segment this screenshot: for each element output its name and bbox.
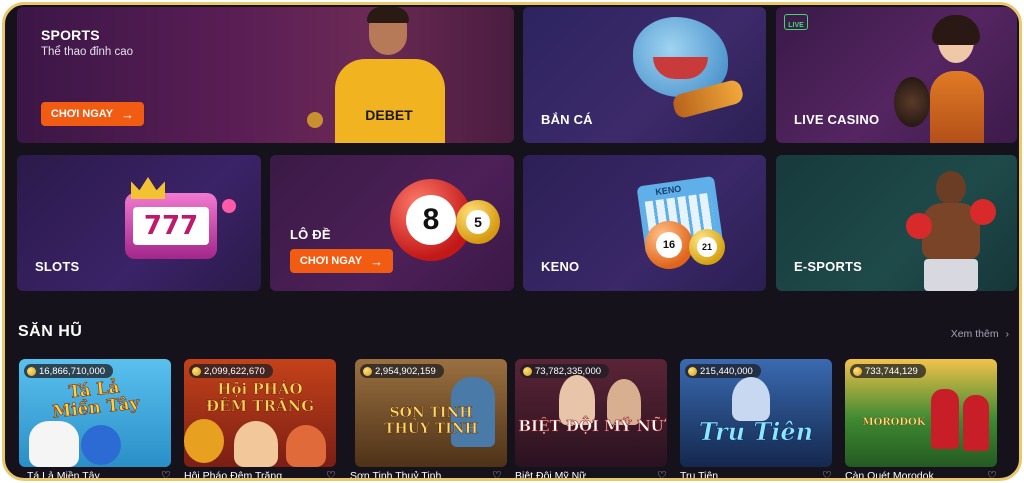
ball-21-number: 21 <box>697 237 717 257</box>
lo-de-title: LÔ ĐỀ <box>290 227 331 242</box>
coin-icon <box>688 366 697 376</box>
arrow-right-icon: → <box>370 253 384 269</box>
slot-reel: 777 <box>133 207 209 245</box>
coin-icon <box>363 366 372 376</box>
game-art-title: MORODOK <box>862 417 926 428</box>
game-art-title: BIỆT ĐỘI MỸ NỮ <box>518 417 664 436</box>
coin-icon <box>27 366 36 376</box>
jackpot-amount: 733,744,129 <box>865 365 918 377</box>
coin-icon <box>192 366 201 376</box>
chevron-right-icon: › <box>1005 328 1010 340</box>
game-name: Hội Pháo Đêm Trăng <box>184 470 283 481</box>
live-casino-title: LIVE CASINO <box>794 112 880 127</box>
jackpot-badge: 215,440,000 <box>685 364 761 378</box>
sports-subtitle: Thể thao đỉnh cao <box>41 46 134 58</box>
dragon-image <box>184 419 224 463</box>
jackpot-badge: 2,954,902,159 <box>360 364 444 378</box>
see-more-label: Xem thêm <box>950 328 999 340</box>
favorite-heart-icon[interactable]: ♡ <box>492 469 502 478</box>
kid-character-image <box>286 425 326 467</box>
game-art-title: Hội PHÁO ĐÊM TRĂNG <box>205 380 315 415</box>
esports-title: E-SPORTS <box>794 259 863 274</box>
live-badge: LIVE <box>784 14 808 30</box>
jackpot-amount: 2,099,622,670 <box>204 365 265 377</box>
dealer-image <box>926 15 986 143</box>
category-card-lo-de[interactable]: LÔ ĐỀ CHƠI NGAY → 8 5 <box>270 155 514 291</box>
game-tile[interactable]: 73,782,335,000 BIỆT ĐỘI MỸ NỮ <box>515 359 667 467</box>
category-card-esports[interactable]: E-SPORTS <box>776 155 1017 291</box>
keno-ball-21: 21 <box>689 229 725 265</box>
game-art-title: SƠN TINH THỦY TINH <box>384 405 478 438</box>
ban-ca-title: BẮN CÁ <box>541 112 593 127</box>
category-card-live-casino[interactable]: LIVE LIVE CASINO <box>776 7 1017 143</box>
game-tile[interactable]: 2,954,902,159 SƠN TINH THỦY TINH <box>355 359 507 467</box>
boxer-image <box>906 169 996 291</box>
jackpot-badge: 73,782,335,000 <box>520 364 610 378</box>
jackpot-amount: 215,440,000 <box>700 365 753 377</box>
lo-de-play-button[interactable]: CHƠI NGAY → <box>290 249 393 273</box>
coin-decor <box>307 112 323 128</box>
jackpot-amount: 73,782,335,000 <box>535 365 602 377</box>
sports-play-label: CHƠI NGAY <box>50 108 114 120</box>
jackpot-amount: 16,866,710,000 <box>39 365 106 377</box>
hero-image <box>732 377 770 421</box>
horizontal-scrollbar[interactable] <box>730 478 990 480</box>
jackpot-badge: 2,099,622,670 <box>189 364 273 378</box>
category-card-keno[interactable]: KENO KENO 16 21 <box>523 155 766 291</box>
keno-title: KENO <box>541 259 580 274</box>
game-tile[interactable]: 2,099,622,670 Hội PHÁO ĐÊM TRĂNG <box>184 359 336 467</box>
lo-de-play-label: CHƠI NGAY <box>299 255 363 267</box>
game-tile[interactable]: 16,866,710,000 Tá Lả Miền Tây <box>19 359 171 467</box>
keno-card-label: KENO <box>654 183 682 198</box>
favorite-heart-icon[interactable]: ♡ <box>987 469 997 478</box>
category-card-sports[interactable]: SPORTS Thể thao đỉnh cao CHƠI NGAY → DEB… <box>17 7 514 143</box>
app-frame: SPORTS Thể thao đỉnh cao CHƠI NGAY → DEB… <box>2 2 1022 481</box>
favorite-heart-icon[interactable]: ♡ <box>161 469 171 478</box>
game-name: Tru Tiên <box>680 470 719 481</box>
jackpot-amount: 2,954,902,159 <box>375 365 436 377</box>
live-badge-text: LIVE <box>788 22 804 29</box>
slots-title: SLOTS <box>35 259 80 274</box>
ball-5-number: 5 <box>466 210 490 234</box>
favorite-heart-icon[interactable]: ♡ <box>326 469 336 478</box>
game-name: Sơn Tinh Thuỷ Tinh <box>350 470 442 481</box>
game-name: Tá Lả Miền Tây <box>27 470 100 481</box>
game-name: Biệt Đội Mỹ Nữ <box>515 470 587 481</box>
mascot-image <box>29 421 79 467</box>
game-art-title: Tá Lả Miền Tây <box>51 377 141 423</box>
slot-reel-text: 777 <box>143 211 199 241</box>
roulette-image <box>894 77 930 127</box>
jersey-text: DEBET <box>365 107 413 123</box>
sports-title: SPORTS <box>41 27 100 43</box>
keno-ball-16: 16 <box>645 221 693 269</box>
kid-character-image <box>234 421 278 467</box>
crown-icon <box>131 177 165 199</box>
coin-icon <box>853 366 862 376</box>
sports-play-button[interactable]: CHƠI NGAY → <box>41 102 144 126</box>
ball-16-number: 16 <box>656 232 682 258</box>
football-player-image: DEBET <box>327 7 452 143</box>
favorite-heart-icon[interactable]: ♡ <box>822 469 832 478</box>
category-card-ban-ca[interactable]: BẮN CÁ <box>523 7 766 143</box>
coin-icon <box>523 366 532 376</box>
robot-image <box>81 425 121 465</box>
slot-lever <box>222 199 236 213</box>
see-more-link[interactable]: Xem thêm › <box>951 328 1009 340</box>
jackpot-badge: 16,866,710,000 <box>24 364 114 378</box>
favorite-heart-icon[interactable]: ♡ <box>657 469 667 478</box>
game-art-title: Tru Tiên <box>698 417 814 447</box>
jackpot-badge: 733,744,129 <box>850 364 926 378</box>
ball-8-number: 8 <box>406 195 456 245</box>
game-tile[interactable]: 733,744,129 MORODOK <box>845 359 997 467</box>
lottery-ball-5: 5 <box>456 200 500 244</box>
game-tile[interactable]: 215,440,000 Tru Tiên <box>680 359 832 467</box>
game-name: Càn Quét Morodok <box>845 470 934 481</box>
jackpot-section-title: SĂN HŨ <box>18 323 83 340</box>
arrow-right-icon: → <box>121 106 135 122</box>
category-card-slots[interactable]: SLOTS 777 <box>17 155 261 291</box>
